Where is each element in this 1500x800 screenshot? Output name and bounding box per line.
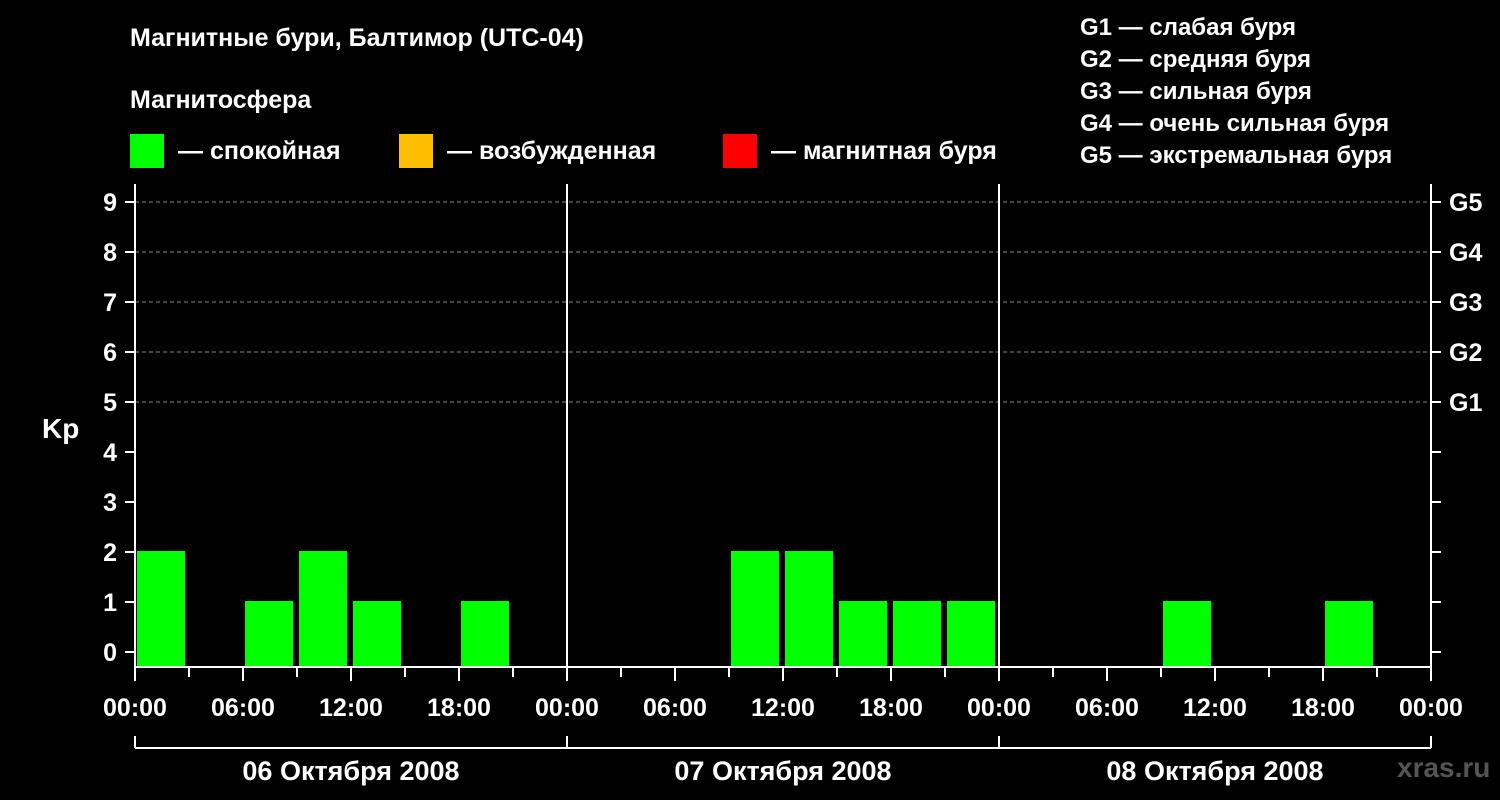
y-tick-label-2: 2: [103, 539, 117, 567]
bar-12: [785, 551, 833, 667]
bar-4: [353, 601, 401, 667]
day-label-1: 07 Октября 2008: [674, 756, 891, 786]
bar-0: [137, 551, 185, 667]
kp-bar-chart: 0 1 2 3 4 5 6 7 8 9 G1 G2 G3 G4 G5 Kp 00:00 06:00 12:00 18:…: [42, 184, 1482, 786]
x-tick-label-12: 00:00: [1399, 694, 1463, 722]
bar-14: [893, 601, 941, 667]
g-tick-label-G2: G2: [1449, 339, 1482, 367]
bar-15: [947, 601, 995, 667]
y-tick-label-7: 7: [103, 289, 117, 317]
x-tick-label-6: 12:00: [751, 694, 815, 722]
x-tick-label-0: 00:00: [103, 694, 167, 722]
y-tick-label-6: 6: [103, 339, 117, 367]
bar-22: [1325, 601, 1373, 667]
x-tick-label-7: 18:00: [859, 694, 923, 722]
bar-19: [1163, 601, 1211, 667]
bar-3: [299, 551, 347, 667]
g-tick-label-G3: G3: [1449, 289, 1482, 317]
g-tick-label-G1: G1: [1449, 389, 1482, 417]
site-watermark: xras.ru: [1397, 752, 1491, 783]
x-tick-label-2: 12:00: [319, 694, 383, 722]
x-tick-label-3: 18:00: [427, 694, 491, 722]
y-tick-label-8: 8: [103, 239, 117, 267]
day-label-0: 06 Октября 2008: [242, 756, 459, 786]
y-tick-label-5: 5: [103, 389, 117, 417]
y-tick-label-1: 1: [103, 589, 117, 617]
x-tick-label-8: 00:00: [967, 694, 1031, 722]
g-tick-label-G4: G4: [1449, 239, 1482, 267]
bar-2: [245, 601, 293, 667]
y-axis-label: Kp: [42, 413, 79, 444]
bar-6: [461, 601, 509, 667]
y-tick-label-0: 0: [103, 639, 117, 667]
x-tick-label-11: 18:00: [1291, 694, 1355, 722]
x-tick-label-9: 06:00: [1075, 694, 1139, 722]
x-tick-label-1: 06:00: [211, 694, 275, 722]
day-label-2: 08 Октября 2008: [1106, 756, 1323, 786]
y-tick-label-3: 3: [103, 489, 117, 517]
g-tick-label-G5: G5: [1449, 189, 1482, 217]
bar-13: [839, 601, 887, 667]
x-tick-label-5: 06:00: [643, 694, 707, 722]
x-tick-label-10: 12:00: [1183, 694, 1247, 722]
y-tick-label-9: 9: [103, 189, 117, 217]
x-tick-label-4: 00:00: [535, 694, 599, 722]
y-tick-label-4: 4: [103, 439, 117, 467]
bar-11: [731, 551, 779, 667]
